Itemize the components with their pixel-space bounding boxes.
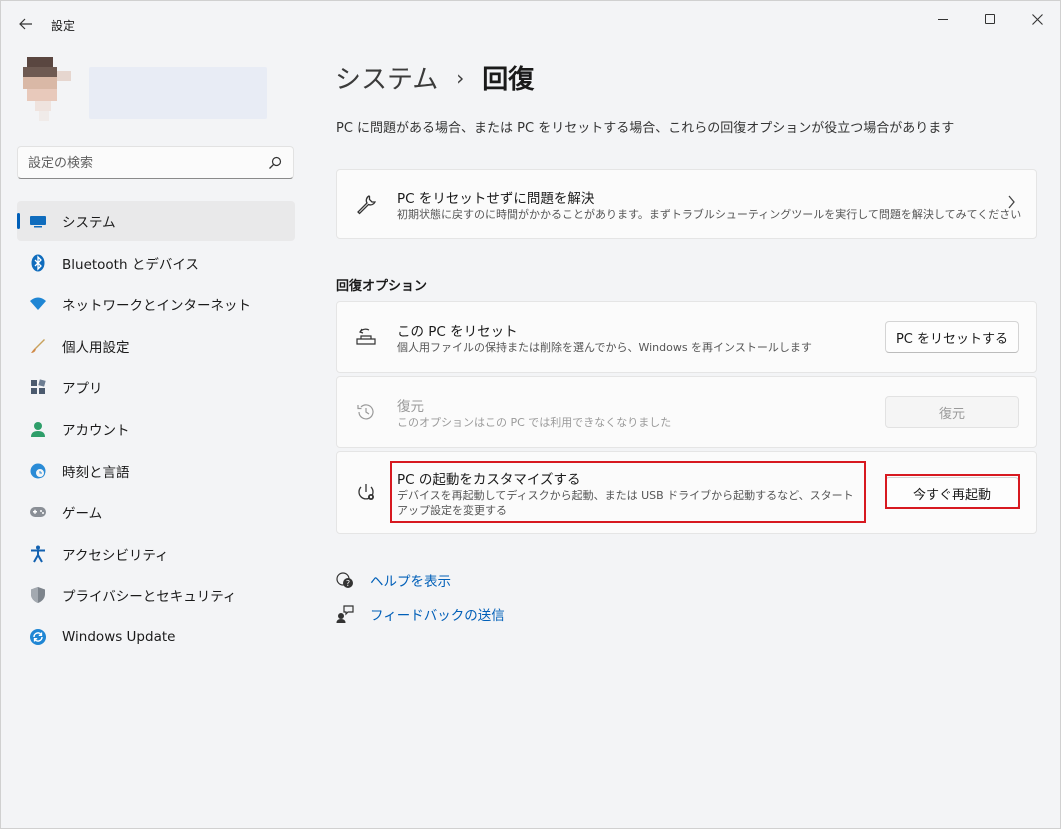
reset-pc-button[interactable]: PC をリセットする (885, 321, 1019, 353)
section-title: 回復オプション (336, 279, 428, 294)
sidebar-item-label: ネットワークとインターネット (62, 298, 251, 315)
sidebar-item-gaming[interactable]: ゲーム (17, 492, 295, 532)
maximize-button[interactable] (970, 7, 1010, 31)
display-icon (29, 212, 47, 230)
gamepad-icon (29, 503, 47, 521)
page-description: PC に問題がある場合、または PC をリセットする場合、これらの回復オプション… (336, 121, 955, 136)
active-indicator (17, 213, 20, 229)
card-title: PC をリセットせずに問題を解決 (397, 191, 595, 207)
sidebar-item-label: アクセシビリティ (62, 547, 169, 564)
history-icon (355, 401, 377, 423)
breadcrumb-separator: › (456, 65, 465, 90)
sidebar-item-label: 時刻と言語 (62, 464, 130, 481)
highlight-box-restart-button (885, 474, 1020, 509)
feedback-icon (336, 605, 354, 623)
profile-info[interactable] (89, 67, 267, 119)
card-subtitle: 初期状態に戻すのに時間がかかることがあります。まずトラブルシューティングツールを… (397, 208, 1022, 221)
breadcrumb-parent[interactable]: システム (335, 59, 438, 96)
troubleshoot-card[interactable]: PC をリセットせずに問題を解決 初期状態に戻すのに時間がかかることがあります。… (336, 169, 1037, 239)
sidebar-item-label: アカウント (62, 422, 130, 439)
person-icon (29, 420, 47, 438)
card-title: 復元 (397, 399, 424, 415)
sidebar-nav: システム Bluetooth とデバイス ネットワークとインターネット 個人用設… (17, 201, 295, 659)
sidebar-item-privacy[interactable]: プライバシーとセキュリティ (17, 575, 295, 615)
bluetooth-icon (29, 254, 47, 272)
brush-icon (29, 337, 47, 355)
card-subtitle: 個人用ファイルの保持または削除を選んでから、Windows を再インストールしま… (397, 341, 812, 354)
sidebar-item-accounts[interactable]: アカウント (17, 409, 295, 449)
help-link-text[interactable]: ヘルプを表示 (370, 570, 451, 590)
sidebar-item-label: ゲーム (62, 506, 103, 523)
sidebar-item-label: プライバシーとセキュリティ (62, 589, 237, 606)
search-icon[interactable] (267, 155, 283, 171)
back-button[interactable] (13, 11, 39, 37)
reset-pc-card: この PC をリセット 個人用ファイルの保持または削除を選んでから、Window… (336, 301, 1037, 373)
page-title: 回復 (482, 65, 535, 95)
close-button[interactable] (1017, 7, 1057, 31)
close-icon (1031, 13, 1043, 25)
help-link[interactable]: ? ヘルプを表示 (336, 570, 451, 590)
card-title: この PC をリセット (397, 324, 518, 340)
shield-icon (29, 586, 47, 604)
sidebar-item-system[interactable]: システム (17, 201, 295, 241)
chevron-right-icon (1007, 194, 1016, 213)
power-settings-icon (355, 482, 377, 504)
reset-pc-icon (355, 326, 377, 348)
title-bar: 設定 (1, 1, 1061, 49)
highlight-box-startup-text (390, 461, 866, 523)
sidebar-item-accessibility[interactable]: アクセシビリティ (17, 534, 295, 574)
sidebar-item-time-language[interactable]: 時刻と言語 (17, 451, 295, 491)
back-arrow-icon (19, 18, 32, 30)
sidebar-item-label: 個人用設定 (62, 339, 130, 356)
sidebar-item-bluetooth[interactable]: Bluetooth とデバイス (17, 243, 295, 283)
maximize-icon (985, 14, 995, 24)
accessibility-icon (29, 545, 47, 563)
settings-window: 設定 システム Bluetoo (0, 0, 1061, 829)
wrench-icon (355, 194, 377, 216)
globe-clock-icon (29, 462, 47, 480)
windows-update-icon (29, 628, 47, 646)
avatar[interactable] (19, 57, 75, 121)
app-title: 設定 (51, 19, 76, 33)
minimize-icon (938, 18, 948, 20)
breadcrumb: システム › 回復 (335, 59, 534, 96)
search-box[interactable] (17, 146, 294, 179)
sidebar-item-label: アプリ (62, 381, 103, 398)
feedback-link[interactable]: フィードバックの送信 (336, 604, 505, 624)
feedback-link-text[interactable]: フィードバックの送信 (370, 604, 505, 624)
svg-text:?: ? (346, 579, 350, 588)
sidebar-item-label: システム (62, 215, 116, 231)
sidebar-item-windows-update[interactable]: Windows Update (17, 617, 295, 657)
restore-button[interactable]: 復元 (885, 396, 1019, 428)
search-input[interactable] (28, 154, 258, 172)
wifi-icon (29, 295, 47, 313)
restore-card: 復元 このオプションはこの PC では利用できなくなりました 復元 (336, 376, 1037, 448)
sidebar-item-apps[interactable]: アプリ (17, 367, 295, 407)
card-subtitle: このオプションはこの PC では利用できなくなりました (397, 416, 672, 429)
sidebar-item-label: Windows Update (62, 628, 176, 645)
minimize-button[interactable] (923, 7, 963, 31)
sidebar-item-network[interactable]: ネットワークとインターネット (17, 284, 295, 324)
apps-icon (29, 378, 47, 396)
help-icon: ? (336, 571, 354, 589)
sidebar-item-personalization[interactable]: 個人用設定 (17, 326, 295, 366)
sidebar-item-label: Bluetooth とデバイス (62, 256, 199, 273)
